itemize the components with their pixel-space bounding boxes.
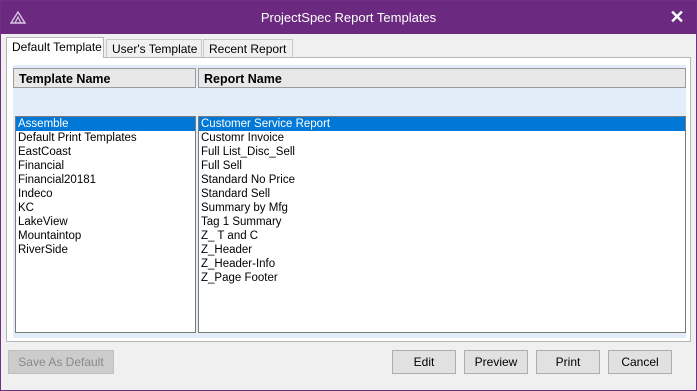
- template-list-item[interactable]: LakeView: [16, 215, 195, 229]
- edit-button[interactable]: Edit: [392, 350, 456, 374]
- report-list-item[interactable]: Standard Sell: [199, 187, 685, 201]
- report-list-item[interactable]: Summary by Mfg: [199, 201, 685, 215]
- report-list-item[interactable]: Z_Header-Info: [199, 257, 685, 271]
- tab-users-template[interactable]: User's Template: [106, 39, 202, 57]
- window-title: ProjectSpec Report Templates: [260, 10, 437, 25]
- template-list-item[interactable]: EastCoast: [16, 145, 195, 159]
- preview-button[interactable]: Preview: [464, 350, 528, 374]
- title-bar: ProjectSpec Report Templates ✕: [1, 1, 696, 34]
- report-name-header: Report Name: [198, 68, 686, 88]
- report-list-item[interactable]: Z_ T and C: [199, 229, 685, 243]
- save-as-default-button[interactable]: Save As Default: [8, 350, 114, 374]
- template-list-item[interactable]: Default Print Templates: [16, 131, 195, 145]
- close-icon[interactable]: ✕: [666, 5, 688, 29]
- tab-default-template[interactable]: Default Template: [6, 37, 104, 58]
- report-list[interactable]: Customer Service Report Customr Invoice Fu…: [198, 116, 686, 333]
- template-name-header: Template Name: [13, 68, 196, 88]
- print-button[interactable]: Print: [536, 350, 600, 374]
- report-list-item[interactable]: Full Sell: [199, 159, 685, 173]
- template-list-item[interactable]: RiverSide: [16, 243, 195, 257]
- template-list[interactable]: Assemble Default Print Templates EastCoast…: [15, 116, 196, 333]
- template-list-item[interactable]: Indeco: [16, 187, 195, 201]
- template-list-item[interactable]: Mountaintop: [16, 229, 195, 243]
- report-list-item[interactable]: Z_Page Footer: [199, 271, 685, 285]
- template-list-item[interactable]: Financial: [16, 159, 195, 173]
- report-list-item[interactable]: Customer Service Report: [199, 117, 685, 131]
- template-list-item[interactable]: Assemble: [16, 117, 195, 131]
- report-templates-dialog: ProjectSpec Report Templates ✕ Default T…: [0, 0, 697, 391]
- report-list-item[interactable]: Customr Invoice: [199, 131, 685, 145]
- report-list-item[interactable]: Standard No Price: [199, 173, 685, 187]
- report-list-item[interactable]: Full List_Disc_Sell: [199, 145, 685, 159]
- template-list-item[interactable]: KC: [16, 201, 195, 215]
- report-list-item[interactable]: Tag 1 Summary: [199, 215, 685, 229]
- tab-recent-report[interactable]: Recent Report: [203, 39, 293, 57]
- cancel-button[interactable]: Cancel: [608, 350, 672, 374]
- template-list-item[interactable]: Financial20181: [16, 173, 195, 187]
- report-list-item[interactable]: Z_Header: [199, 243, 685, 257]
